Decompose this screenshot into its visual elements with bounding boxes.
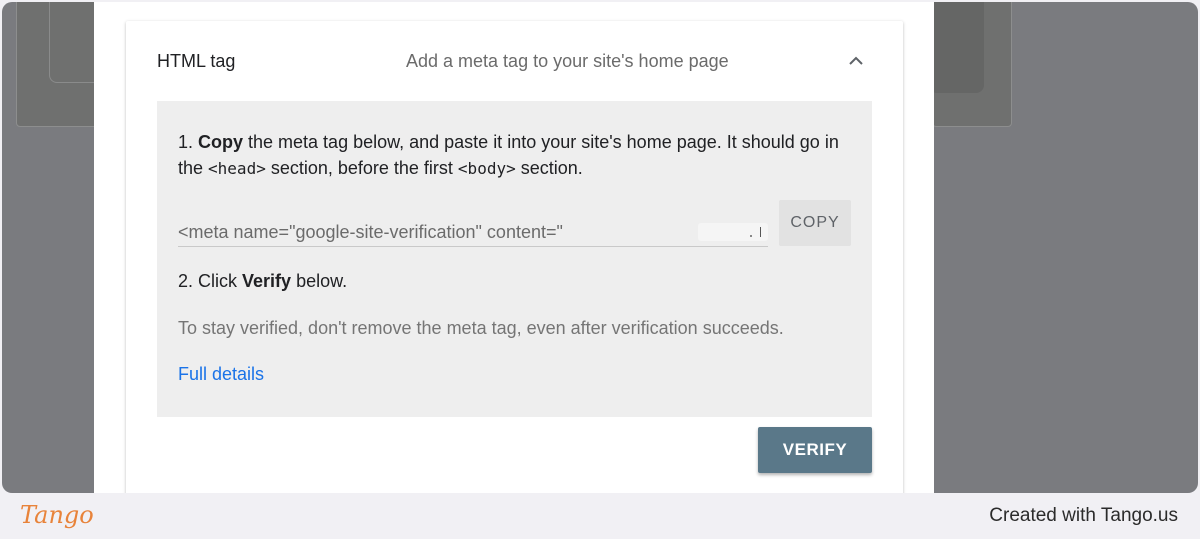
step-2-text: 2. Click Verify below.: [178, 271, 348, 291]
verification-note: To stay verified, don't remove the meta …: [178, 318, 784, 338]
full-details-link[interactable]: Full details: [178, 364, 264, 385]
tango-footer: Tango Created with Tango.us: [0, 493, 1200, 539]
modal-backdrop: HTML tag Add a meta tag to your site's h…: [2, 2, 1198, 493]
verification-dialog: HTML tag Add a meta tag to your site's h…: [94, 2, 934, 493]
instructions-box: 1. Copy the meta tag below, and paste it…: [157, 101, 872, 417]
meta-tag-field[interactable]: [178, 219, 768, 247]
head-code: <head>: [208, 159, 266, 178]
created-with-text: Created with Tango.us: [989, 505, 1178, 526]
panel-description: Add a meta tag to your site's home page: [406, 51, 729, 71]
step-1-text: 1. Copy the meta tag below, and paste it…: [178, 132, 839, 178]
meta-tag-input[interactable]: [178, 219, 768, 245]
body-code: <body>: [457, 159, 516, 178]
tango-logo: Tango: [20, 501, 94, 529]
background-card: [929, 2, 1012, 127]
verify-button[interactable]: VERIFY: [758, 427, 872, 473]
screenshot-canvas: HTML tag Add a meta tag to your site's h…: [0, 0, 1200, 539]
copy-emphasis: Copy: [198, 132, 244, 152]
background-card: [16, 2, 109, 127]
chevron-up-icon[interactable]: [844, 49, 868, 73]
html-tag-panel: HTML tag Add a meta tag to your site's h…: [126, 21, 903, 493]
copy-button[interactable]: COPY: [779, 200, 851, 246]
panel-title: HTML tag: [157, 51, 236, 71]
verify-emphasis: Verify: [242, 271, 292, 291]
redacted-token: [698, 223, 768, 241]
